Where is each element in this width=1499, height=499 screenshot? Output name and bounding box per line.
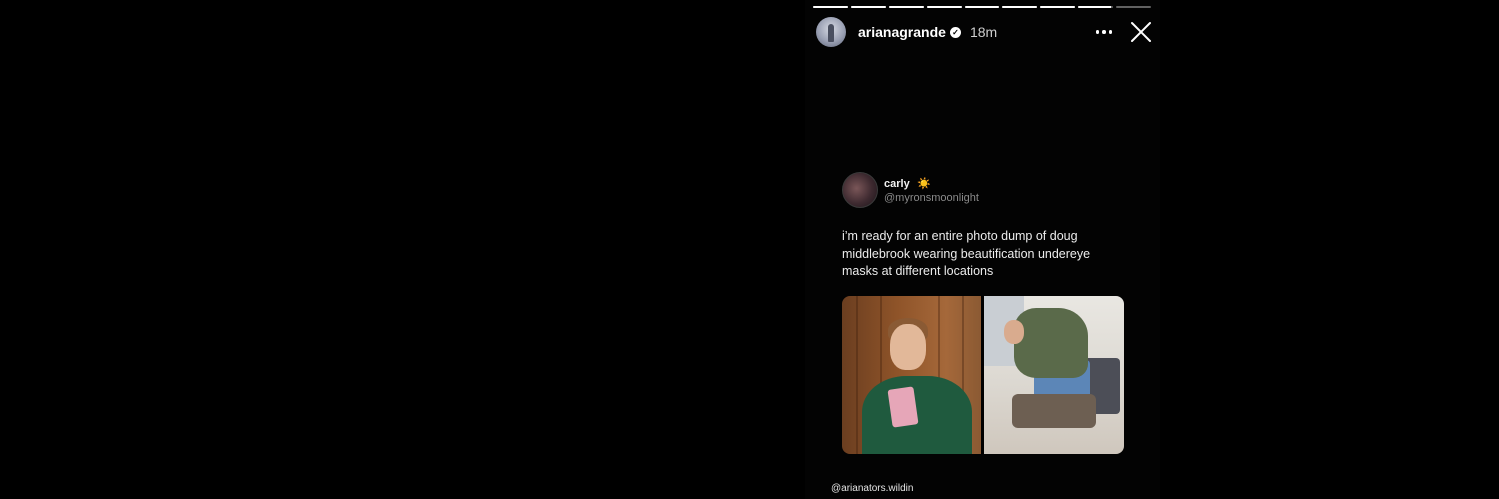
photo-person-coat xyxy=(1014,308,1088,378)
story-username[interactable]: arianagrande xyxy=(858,24,946,40)
progress-segment-fill xyxy=(850,6,886,8)
progress-segment xyxy=(1078,6,1114,8)
story-credit: @arianators.wildin xyxy=(831,483,914,494)
progress-segment xyxy=(964,6,1000,8)
sun-icon: ☀️ xyxy=(917,177,931,190)
post-media-grid xyxy=(842,296,1124,454)
story-timestamp: 18m xyxy=(969,24,998,40)
avatar-figure xyxy=(828,24,834,42)
story-viewer[interactable]: arianagrande ✓ 18m carly ☀️ @myronsmoonl… xyxy=(805,0,1160,499)
more-options-icon xyxy=(1095,30,1100,34)
profile-avatar[interactable] xyxy=(816,17,846,47)
progress-segment xyxy=(850,6,886,8)
close-icon xyxy=(1131,22,1151,42)
photo-person-face xyxy=(1004,320,1024,344)
photo-person-boots xyxy=(1012,394,1096,428)
progress-segment xyxy=(1116,6,1152,8)
photo-pink-box xyxy=(887,386,919,428)
progress-segment-fill xyxy=(926,6,962,8)
verified-badge-icon: ✓ xyxy=(949,26,961,38)
photo-person-head xyxy=(890,324,926,370)
story-header: arianagrande ✓ 18m xyxy=(816,16,1151,48)
progress-segment xyxy=(813,6,848,8)
more-options-button[interactable] xyxy=(1093,21,1115,43)
progress-segment xyxy=(1002,6,1038,8)
story-progress-bar xyxy=(813,6,1152,8)
shared-post: carly ☀️ @myronsmoonlight i’m ready for … xyxy=(842,172,1132,281)
post-author-avatar xyxy=(842,172,878,208)
progress-segment-fill xyxy=(1002,6,1038,8)
progress-segment-fill xyxy=(813,6,848,8)
progress-segment xyxy=(926,6,962,8)
post-author: carly ☀️ @myronsmoonlight xyxy=(884,176,979,205)
photo-left xyxy=(842,296,981,454)
close-button[interactable] xyxy=(1129,20,1153,44)
progress-segment-fill xyxy=(964,6,1000,8)
progress-segment xyxy=(1040,6,1076,8)
progress-segment xyxy=(888,6,924,8)
progress-segment-fill xyxy=(1078,6,1112,8)
post-text: i’m ready for an entire photo dump of do… xyxy=(842,229,1091,278)
post-display-name: carly xyxy=(884,177,910,190)
progress-segment-fill xyxy=(1040,6,1076,8)
viewer-backdrop: arianagrande ✓ 18m carly ☀️ @myronsmoonl… xyxy=(0,0,1499,499)
progress-segment-fill xyxy=(888,6,924,8)
post-handle: @myronsmoonlight xyxy=(884,191,979,204)
post-header: carly ☀️ @myronsmoonlight xyxy=(842,172,1132,208)
photo-right xyxy=(984,296,1124,454)
